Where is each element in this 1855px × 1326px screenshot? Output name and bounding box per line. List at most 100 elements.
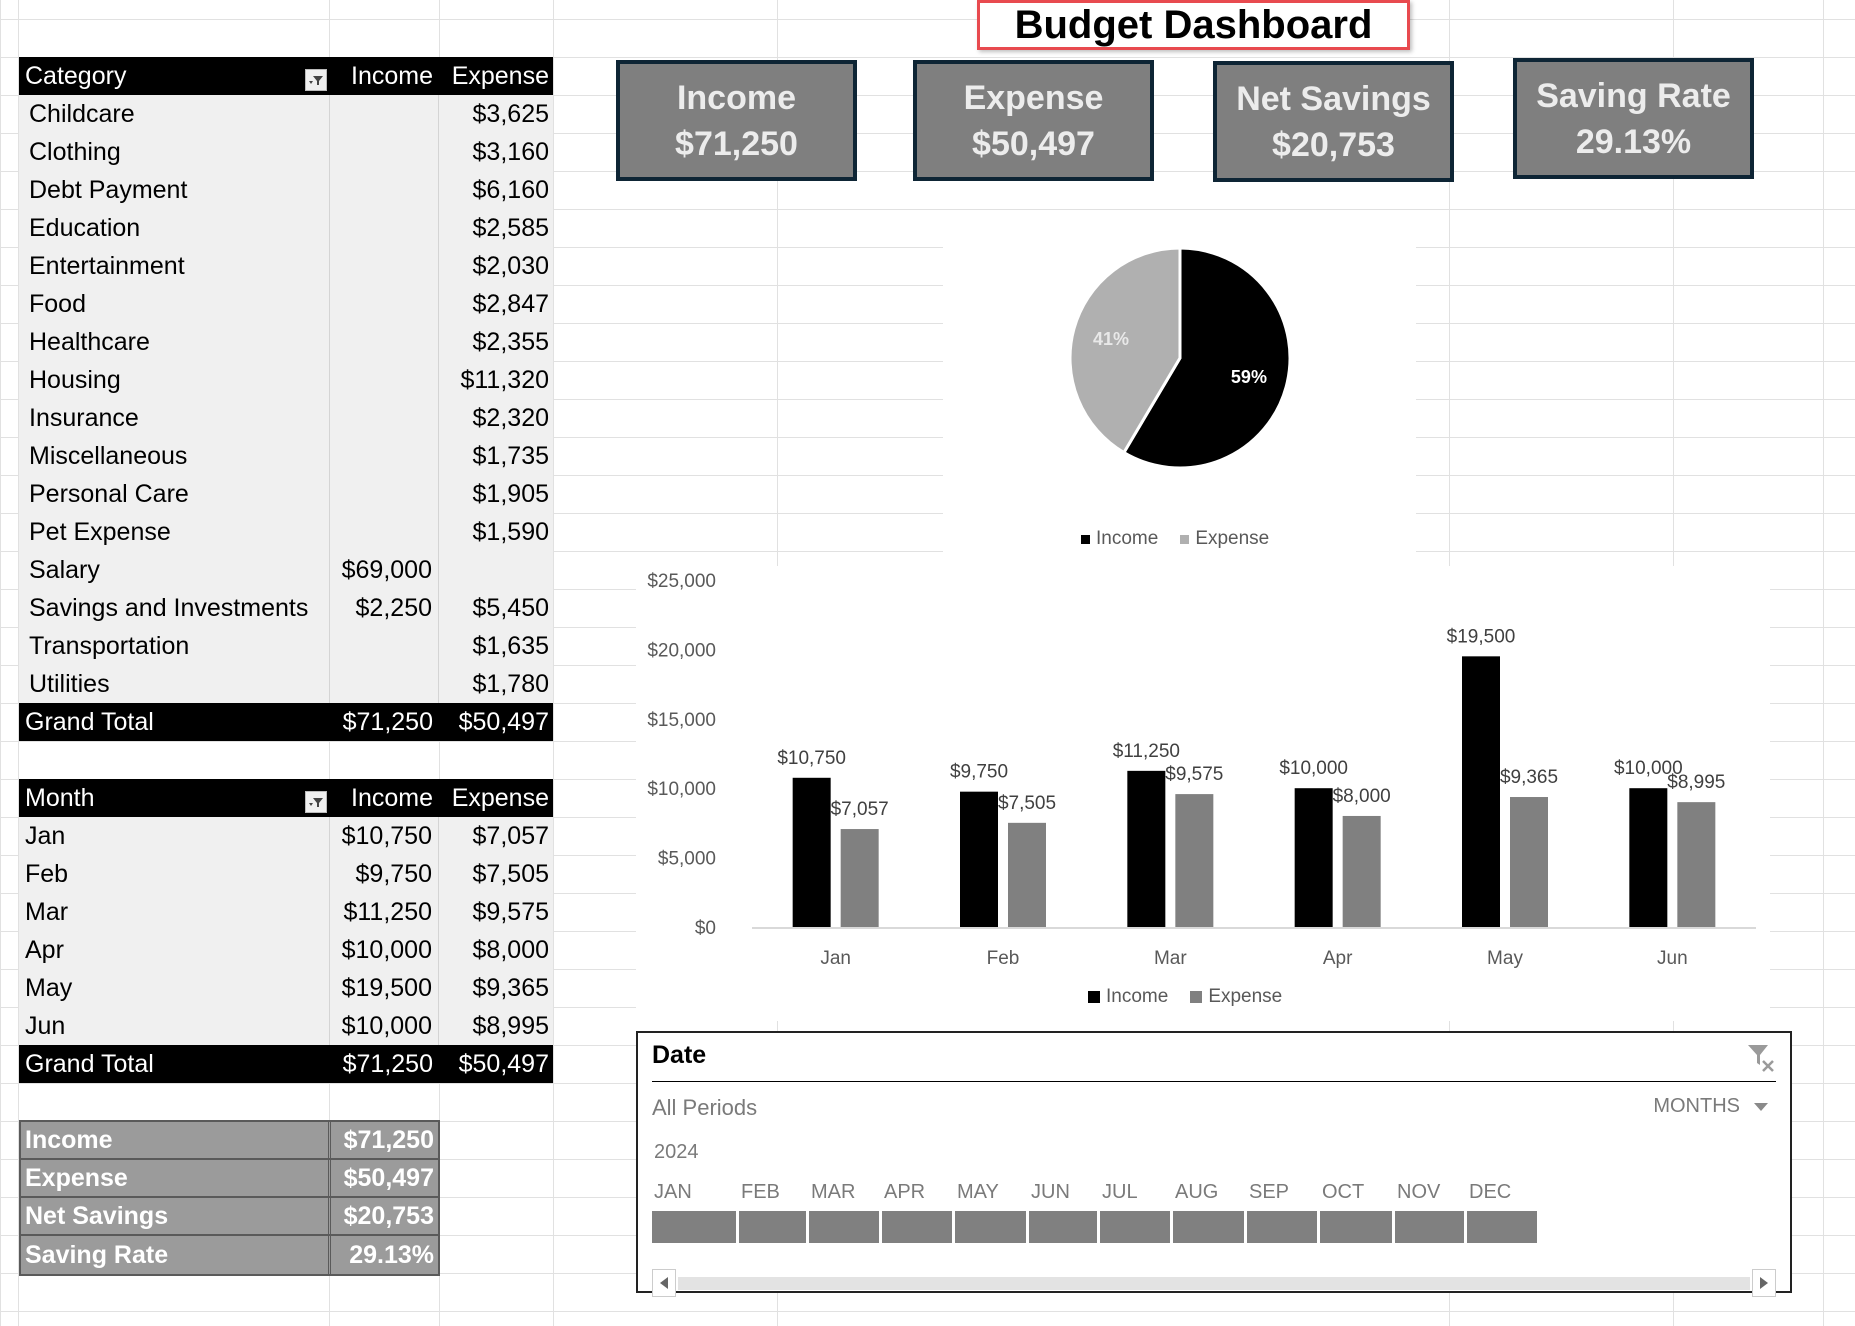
income-cell [329,247,439,285]
bar-expense-feb[interactable] [1008,822,1046,927]
timeline-month-nov[interactable]: NOV [1395,1181,1467,1243]
month-bar[interactable] [1467,1211,1537,1243]
timeline-month-sep[interactable]: SEP [1247,1181,1320,1243]
month-label: JAN [654,1181,692,1203]
table-row[interactable]: Education $2,585 [19,209,553,247]
kpi-label: Saving Rate [1536,76,1731,115]
table-row[interactable]: Transportation $1,635 [19,627,553,665]
summary-label: Income [21,1122,331,1158]
table-row[interactable]: Clothing $3,160 [19,133,553,171]
table-row[interactable]: May $19,500 $9,365 [19,969,553,1007]
table-row[interactable]: Housing $11,320 [19,361,553,399]
kpi-card-income[interactable]: Income $71,250 [616,60,857,181]
month-bar[interactable] [955,1211,1026,1243]
table-row[interactable]: Debt Payment $6,160 [19,171,553,209]
expense-cell: $9,365 [472,973,549,1002]
month-bar[interactable] [1173,1211,1244,1243]
bar-expense-apr[interactable] [1342,815,1381,927]
legend-item-expense[interactable]: Expense [1190,986,1282,1008]
timeline-month-may[interactable]: MAY [955,1181,1029,1243]
scroll-right-button[interactable] [1752,1269,1776,1297]
bar-income-apr[interactable] [1294,788,1333,927]
timeline-month-feb[interactable]: FEB [739,1181,809,1243]
month-bar[interactable] [882,1211,952,1243]
date-timeline-slicer[interactable]: Date All Periods MONTHS 2024 JAN FEB MAR AP… [636,1031,1792,1297]
scrollbar-track[interactable] [678,1277,1750,1290]
bar-data-label: $9,750 [950,762,1008,783]
income-cell: $10,750 [329,817,439,855]
bar-expense-mar[interactable] [1175,794,1214,927]
legend-item-income[interactable]: Income [1088,986,1168,1008]
timeline-month-jun[interactable]: JUN [1029,1181,1100,1243]
timeline-month-aug[interactable]: AUG [1173,1181,1247,1243]
month-filter-button[interactable] [305,791,327,813]
category-filter-button[interactable] [305,69,327,91]
bar-income-jan[interactable] [792,777,831,927]
timeline-scrollbar[interactable] [652,1269,1776,1297]
dashboard-title[interactable]: Budget Dashboard [977,0,1410,50]
kpi-card-net-savings[interactable]: Net Savings $20,753 [1213,61,1454,182]
income-cell: $69,000 [329,551,439,589]
income-cell [329,209,439,247]
table-row[interactable]: Savings and Investments $2,250 $5,450 [19,589,553,627]
category-cell: Education [29,213,141,242]
table-row[interactable]: Food $2,847 [19,285,553,323]
month-bar[interactable] [1320,1211,1392,1243]
income-cell [329,665,439,703]
bar-chart-area[interactable]: $0 $5,000 $10,000 $15,000 $20,000 $25,000 $10,… [636,566,1770,1021]
timeline-month-oct[interactable]: OCT [1320,1181,1395,1243]
bar-expense-may[interactable] [1510,797,1548,927]
table-row[interactable]: Insurance $2,320 [19,399,553,437]
table-row[interactable]: Entertainment $2,030 [19,247,553,285]
legend-item-income[interactable]: Income [1081,528,1158,550]
table-row[interactable]: Childcare $3,625 [19,95,553,133]
timeline-month-jan[interactable]: JAN [652,1181,739,1243]
month-bar[interactable] [809,1211,879,1243]
bar-income-may[interactable] [1462,656,1500,927]
table-row[interactable]: Jan $10,750 $7,057 [19,817,553,855]
summary-value: $50,497 [343,1163,434,1192]
legend-item-expense[interactable]: Expense [1180,528,1269,550]
table-row[interactable]: Salary $69,000 [19,551,553,589]
bar-income-jun[interactable] [1629,788,1668,927]
month-bar[interactable] [652,1211,736,1243]
month-bar[interactable] [1029,1211,1097,1243]
table-row[interactable]: Personal Care $1,905 [19,475,553,513]
table-row[interactable]: Mar $11,250 $9,575 [19,893,553,931]
bar-income-feb[interactable] [960,791,998,927]
table-row[interactable]: Utilities $1,780 [19,665,553,703]
table-row[interactable]: Feb $9,750 $7,505 [19,855,553,893]
table-row[interactable]: Healthcare $2,355 [19,323,553,361]
timeline-month-apr[interactable]: APR [882,1181,955,1243]
timeline-month-jul[interactable]: JUL [1100,1181,1173,1243]
month-bar[interactable] [739,1211,806,1243]
month-label: JUN [1031,1181,1070,1203]
kpi-label: Income [676,78,797,117]
timeline-month-strip: JAN FEB MAR APR MAY JUN JUL AUG SEP OCT NOV DEC [652,1181,1710,1243]
bar-expense-jan[interactable] [840,829,879,927]
column-header-income: Income [351,61,433,90]
income-cell [329,513,439,551]
bar-income-mar[interactable] [1127,770,1166,927]
kpi-card-expense[interactable]: Expense $50,497 [913,60,1154,181]
month-bar[interactable] [1100,1211,1170,1243]
table-row[interactable]: Apr $10,000 $8,000 [19,931,553,969]
month-cell: Feb [25,859,69,888]
expense-cell [439,551,553,589]
table-row[interactable]: Miscellaneous $1,735 [19,437,553,475]
table-header-row: Category Income Expense [19,57,553,95]
clear-filter-button[interactable] [1746,1041,1776,1075]
x-tick-label: Apr [1323,948,1353,969]
time-level-dropdown[interactable]: MONTHS [1653,1095,1768,1118]
expense-cell: $8,995 [472,1011,549,1040]
scroll-left-button[interactable] [652,1269,676,1297]
month-bar[interactable] [1247,1211,1317,1243]
timeline-month-mar[interactable]: MAR [809,1181,882,1243]
month-bar[interactable] [1395,1211,1464,1243]
kpi-card-saving-rate[interactable]: Saving Rate 29.13% [1513,58,1754,179]
pie-chart-area[interactable]: 59% 41% Income Expense [943,210,1416,560]
table-row[interactable]: Jun $10,000 $8,995 [19,1007,553,1045]
bar-expense-jun[interactable] [1677,802,1716,927]
timeline-month-dec[interactable]: DEC [1467,1181,1540,1243]
table-row[interactable]: Pet Expense $1,590 [19,513,553,551]
